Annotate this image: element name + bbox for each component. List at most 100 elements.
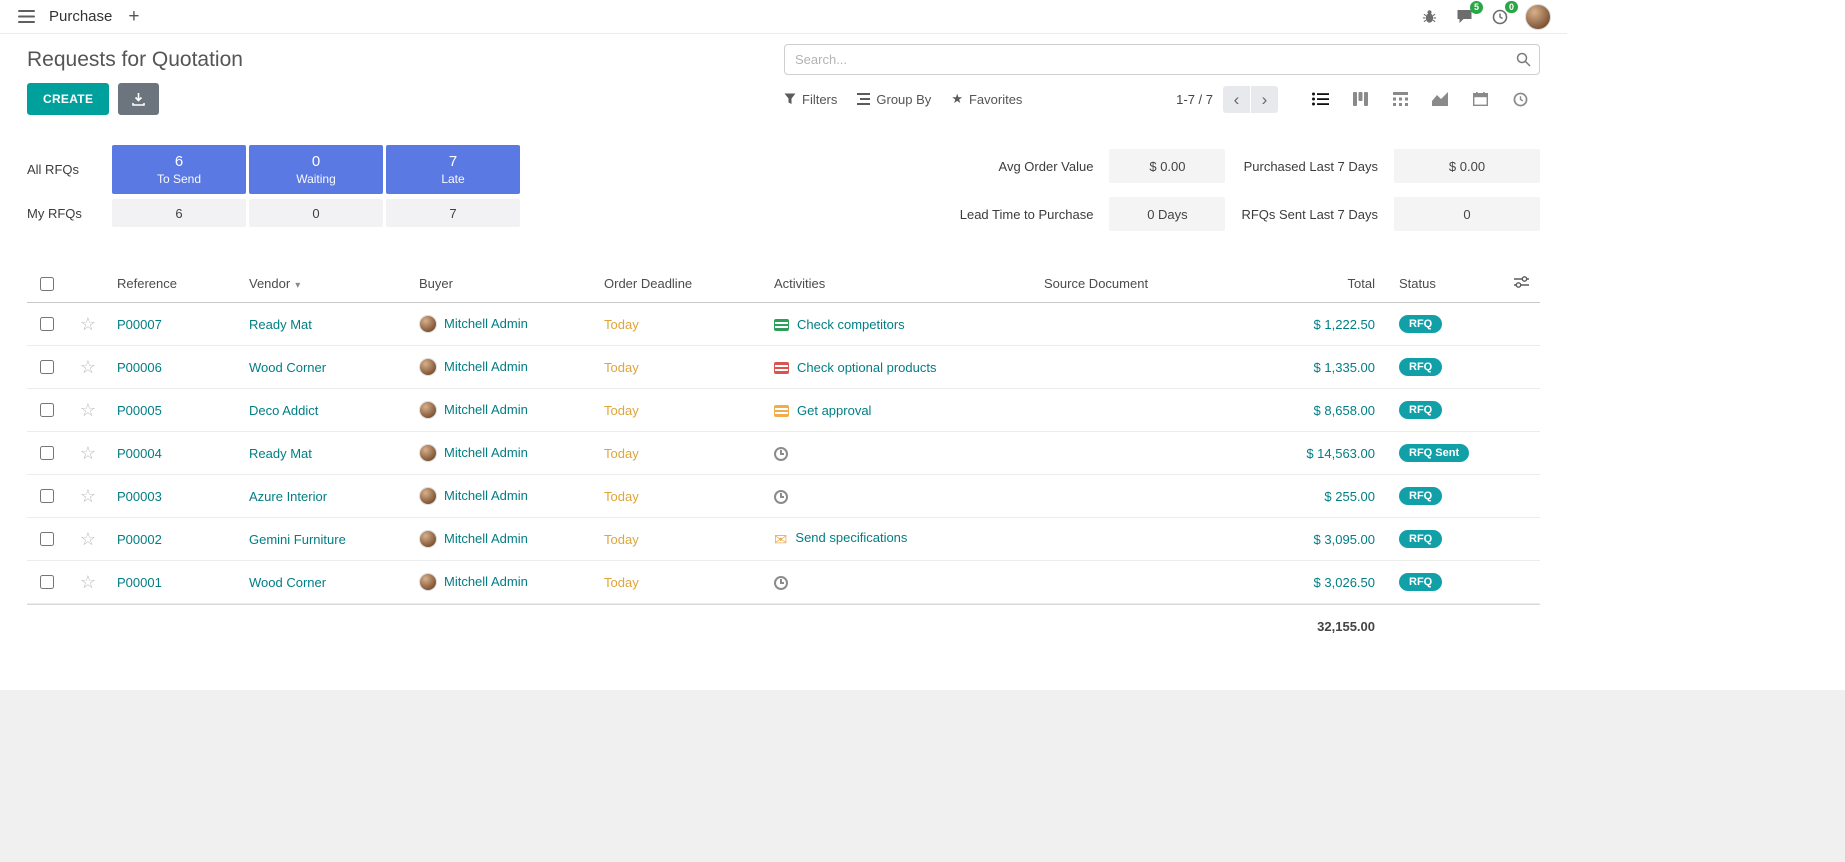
favorite-star-icon[interactable]: ☆ — [67, 357, 109, 378]
activity-clock-icon[interactable] — [774, 576, 788, 590]
table-row[interactable]: ☆ P00004 Ready Mat Mitchell Admin Today … — [27, 432, 1540, 475]
user-avatar[interactable] — [1525, 4, 1551, 30]
tile-late[interactable]: 7 Late — [386, 145, 520, 194]
column-header-status[interactable]: Status — [1383, 276, 1501, 291]
to-send-count: 6 — [175, 153, 183, 170]
favorite-star-icon[interactable]: ☆ — [67, 314, 109, 335]
calendar-view-icon[interactable] — [1460, 85, 1500, 113]
favorites-button[interactable]: ★ Favorites — [951, 91, 1022, 107]
tile-to-send[interactable]: 6 To Send — [112, 145, 246, 194]
my-waiting-tile[interactable]: 0 — [249, 199, 383, 227]
activity-link[interactable]: Send specifications — [795, 530, 907, 545]
status-badge: RFQ Sent — [1399, 444, 1469, 462]
debug-bug-icon[interactable] — [1420, 7, 1439, 26]
pager-next-button[interactable]: › — [1251, 86, 1278, 113]
kanban-view-icon[interactable] — [1340, 85, 1380, 113]
column-header-reference[interactable]: Reference — [109, 276, 241, 291]
table-row[interactable]: ☆ P00003 Azure Interior Mitchell Admin T… — [27, 475, 1540, 518]
vendor-link[interactable]: Deco Addict — [249, 403, 318, 418]
activity-envelope-icon[interactable] — [774, 532, 787, 548]
order-deadline-cell: Today — [596, 403, 766, 418]
buyer-avatar — [419, 444, 437, 462]
group-by-button[interactable]: Group By — [857, 91, 931, 107]
table-row[interactable]: ☆ P00006 Wood Corner Mitchell Admin Toda… — [27, 346, 1540, 389]
column-header-total[interactable]: Total — [1236, 276, 1383, 291]
activity-link[interactable]: Check competitors — [797, 317, 905, 332]
activity-clock-icon[interactable] — [774, 447, 788, 461]
reference-link[interactable]: P00005 — [117, 403, 162, 418]
my-late-tile[interactable]: 7 — [386, 199, 520, 227]
my-to-send-tile[interactable]: 6 — [112, 199, 246, 227]
kpi-lead-time-label: Lead Time to Purchase — [960, 207, 1094, 222]
buyer-link[interactable]: Mitchell Admin — [444, 531, 528, 546]
apps-menu-button[interactable] — [16, 8, 37, 25]
optional-columns-icon[interactable] — [1514, 276, 1529, 291]
search-input[interactable] — [784, 44, 1540, 75]
activity-clock-icon[interactable] — [774, 490, 788, 504]
buyer-link[interactable]: Mitchell Admin — [444, 316, 528, 331]
column-header-source-document[interactable]: Source Document — [1036, 276, 1236, 291]
row-checkbox[interactable] — [40, 489, 54, 503]
page-title: Requests for Quotation — [27, 48, 243, 72]
activity-link[interactable]: Get approval — [797, 403, 871, 418]
favorite-star-icon[interactable]: ☆ — [67, 443, 109, 464]
tile-waiting[interactable]: 0 Waiting — [249, 145, 383, 194]
reference-link[interactable]: P00003 — [117, 489, 162, 504]
search-icon[interactable] — [1516, 52, 1531, 70]
select-all-checkbox[interactable] — [40, 277, 54, 291]
activity-link[interactable]: Check optional products — [797, 360, 936, 375]
favorite-star-icon[interactable]: ☆ — [67, 572, 109, 593]
pivot-view-icon[interactable] — [1380, 85, 1420, 113]
create-button[interactable]: CREATE — [27, 83, 109, 115]
buyer-link[interactable]: Mitchell Admin — [444, 359, 528, 374]
column-header-activities[interactable]: Activities — [766, 276, 1036, 291]
status-badge: RFQ — [1399, 487, 1442, 505]
favorite-star-icon[interactable]: ☆ — [67, 529, 109, 550]
reference-link[interactable]: P00002 — [117, 532, 162, 547]
vendor-link[interactable]: Wood Corner — [249, 360, 326, 375]
buyer-link[interactable]: Mitchell Admin — [444, 488, 528, 503]
export-button[interactable] — [118, 83, 159, 115]
buyer-avatar — [419, 487, 437, 505]
row-checkbox[interactable] — [40, 317, 54, 331]
pager-previous-button[interactable]: ‹ — [1223, 86, 1250, 113]
list-view-icon[interactable] — [1300, 85, 1340, 113]
table-row[interactable]: ☆ P00007 Ready Mat Mitchell Admin Today … — [27, 303, 1540, 346]
filters-button[interactable]: Filters — [784, 91, 837, 107]
reference-link[interactable]: P00007 — [117, 317, 162, 332]
late-count: 7 — [449, 153, 457, 170]
column-header-order-deadline[interactable]: Order Deadline — [596, 276, 766, 291]
buyer-avatar — [419, 358, 437, 376]
row-checkbox[interactable] — [40, 360, 54, 374]
reference-link[interactable]: P00004 — [117, 446, 162, 461]
buyer-link[interactable]: Mitchell Admin — [444, 402, 528, 417]
activity-list-icon[interactable] — [774, 405, 789, 417]
vendor-link[interactable]: Wood Corner — [249, 575, 326, 590]
graph-view-icon[interactable] — [1420, 85, 1460, 113]
vendor-link[interactable]: Gemini Furniture — [249, 532, 346, 547]
row-checkbox[interactable] — [40, 532, 54, 546]
column-header-vendor[interactable]: Vendor▾ — [241, 276, 411, 291]
reference-link[interactable]: P00006 — [117, 360, 162, 375]
activity-list-icon[interactable] — [774, 319, 789, 331]
vendor-link[interactable]: Azure Interior — [249, 489, 327, 504]
reference-link[interactable]: P00001 — [117, 575, 162, 590]
table-row[interactable]: ☆ P00001 Wood Corner Mitchell Admin Toda… — [27, 561, 1540, 604]
buyer-link[interactable]: Mitchell Admin — [444, 574, 528, 589]
table-row[interactable]: ☆ P00005 Deco Addict Mitchell Admin Toda… — [27, 389, 1540, 432]
app-name[interactable]: Purchase — [49, 8, 112, 25]
activity-list-icon[interactable] — [774, 362, 789, 374]
favorite-star-icon[interactable]: ☆ — [67, 400, 109, 421]
buyer-link[interactable]: Mitchell Admin — [444, 445, 528, 460]
favorite-star-icon[interactable]: ☆ — [67, 486, 109, 507]
column-header-buyer[interactable]: Buyer — [411, 276, 596, 291]
vendor-link[interactable]: Ready Mat — [249, 446, 312, 461]
row-checkbox[interactable] — [40, 575, 54, 589]
row-checkbox[interactable] — [40, 446, 54, 460]
order-deadline-cell: Today — [596, 360, 766, 375]
vendor-link[interactable]: Ready Mat — [249, 317, 312, 332]
plus-icon[interactable]: + — [128, 7, 139, 26]
row-checkbox[interactable] — [40, 403, 54, 417]
table-row[interactable]: ☆ P00002 Gemini Furniture Mitchell Admin… — [27, 518, 1540, 561]
activity-view-icon[interactable] — [1500, 85, 1540, 113]
